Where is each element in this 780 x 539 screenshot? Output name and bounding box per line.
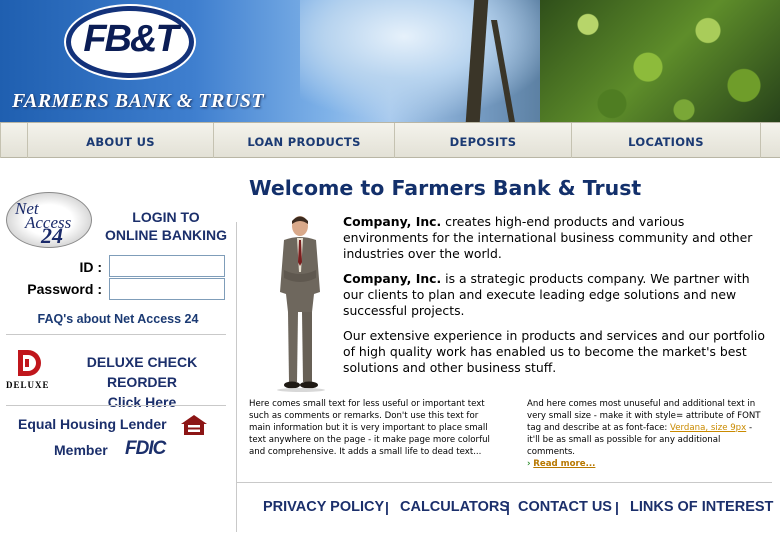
deluxe-logo-icon[interactable] xyxy=(14,348,44,378)
sidebar: Net Access 24 LOGIN TO ONLINE BANKING ID… xyxy=(0,158,236,539)
nav-deposits[interactable]: DEPOSITS xyxy=(394,123,571,158)
intro-paragraph-1-company: Company, Inc. xyxy=(343,214,442,229)
small-text-right: And here comes most unuseful and additio… xyxy=(527,398,767,470)
footer-privacy-policy[interactable]: PRIVACY POLICY xyxy=(263,499,384,515)
footer-separator: | xyxy=(615,499,619,515)
nav-loan-products[interactable]: LOAN PRODUCTS xyxy=(213,123,394,158)
footer-calculators[interactable]: CALCULATORS xyxy=(400,499,509,515)
password-input[interactable] xyxy=(109,278,225,300)
footer-links-of-interest[interactable]: LINKS OF INTEREST xyxy=(630,499,773,515)
nav-locations[interactable]: LOCATIONS xyxy=(571,123,760,158)
login-title: LOGIN TO ONLINE BANKING xyxy=(100,208,232,244)
footer-divider xyxy=(236,482,772,483)
header-leaves xyxy=(540,0,780,122)
login-title-line1: LOGIN TO xyxy=(132,209,200,225)
footer-separator: | xyxy=(385,499,389,515)
footer-separator: | xyxy=(506,499,510,515)
nav-spacer-right xyxy=(760,123,780,158)
net-access-logo-line3: 24 xyxy=(41,223,63,248)
net-access-24-logo[interactable]: Net Access 24 xyxy=(6,192,92,248)
intro-paragraph-2-company: Company, Inc. xyxy=(343,271,442,286)
sidebar-divider-2 xyxy=(6,405,226,406)
check-reorder-title[interactable]: DELUXE CHECK REORDER xyxy=(54,352,230,392)
equal-housing-icon xyxy=(181,415,207,435)
intro-paragraph-1: Company, Inc. creates high-end products … xyxy=(343,214,773,262)
check-reorder[interactable]: DELUXE CHECK REORDER Click Here xyxy=(54,352,230,412)
deluxe-wordmark: DELUXE xyxy=(6,380,50,390)
logo-text[interactable]: FB&T xyxy=(66,18,194,61)
businessman-image xyxy=(277,216,325,392)
equal-housing-lender: Equal Housing Lender xyxy=(18,416,167,432)
small-text-right-highlight[interactable]: Verdana, size 9px xyxy=(670,423,746,433)
header-sky xyxy=(300,0,560,122)
intro-paragraph-3: Our extensive experience in products and… xyxy=(343,328,765,375)
faq-link[interactable]: FAQ's about Net Access 24 xyxy=(0,312,236,326)
login-title-line2: ONLINE BANKING xyxy=(104,227,228,243)
footer-contact-us[interactable]: CONTACT US xyxy=(518,499,612,515)
password-label: Password : xyxy=(27,281,102,297)
id-input[interactable] xyxy=(109,255,225,277)
fdic-logo: FDIC xyxy=(125,438,166,459)
content-divider xyxy=(236,222,237,532)
member-label: Member xyxy=(54,442,108,458)
small-text-left: Here comes small text for less useful or… xyxy=(249,399,490,457)
intro-paragraph-2: Company, Inc. is a strategic products co… xyxy=(343,271,773,319)
read-more-arrow-icon: › xyxy=(527,459,531,469)
nav-spacer-left xyxy=(0,123,27,158)
main-nav: ABOUT US LOAN PRODUCTS DEPOSITS LOCATION… xyxy=(0,122,780,158)
nav-about-us[interactable]: ABOUT US xyxy=(27,123,213,158)
id-label: ID : xyxy=(79,259,102,275)
check-reorder-click-here[interactable]: Click Here xyxy=(54,392,230,412)
bank-name: FARMERS BANK & TRUST xyxy=(12,90,265,112)
page-title: Welcome to Farmers Bank & Trust xyxy=(249,176,642,200)
header-banner: FB&T FARMERS BANK & TRUST xyxy=(0,0,780,122)
sidebar-divider xyxy=(6,334,226,335)
read-more-link[interactable]: Read more... xyxy=(533,459,595,469)
